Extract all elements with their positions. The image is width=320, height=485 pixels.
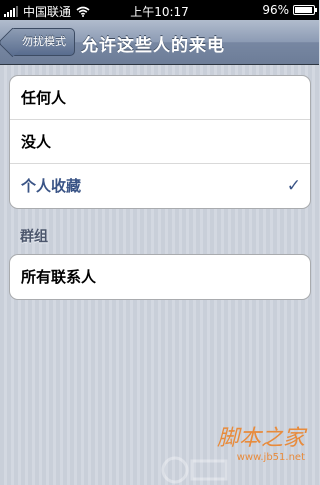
option-anyone[interactable]: 任何人	[10, 76, 310, 120]
option-favorites[interactable]: 个人收藏 ✓	[10, 164, 310, 208]
watermark-url: www.jb51.net	[236, 452, 305, 463]
option-label: 没人	[21, 133, 52, 151]
group-item-label: 所有联系人	[21, 268, 97, 286]
groups-list: 所有联系人	[9, 254, 311, 300]
battery-percent: 96%	[262, 3, 289, 17]
navigation-bar: 勿扰模式 允许这些人的来电	[0, 20, 319, 65]
watermark: 脚本之家 www.jb51.net	[217, 420, 305, 463]
back-button[interactable]: 勿扰模式	[12, 28, 75, 56]
option-label: 个人收藏	[21, 177, 82, 195]
checkmark-icon: ✓	[286, 176, 301, 196]
status-right: 96%	[262, 3, 317, 17]
group-item-all-contacts[interactable]: 所有联系人	[10, 255, 310, 299]
watermark-text: 脚本之家	[216, 426, 305, 451]
groups-section-header: 群组	[20, 229, 48, 245]
allow-calls-group: 任何人 没人 个人收藏 ✓	[9, 75, 311, 209]
battery-icon	[293, 5, 317, 15]
back-button-label: 勿扰模式	[22, 35, 66, 48]
status-bar: 中国联通 上午10:17 96%	[0, 0, 319, 20]
option-label: 任何人	[21, 89, 67, 107]
battery-fill	[295, 7, 313, 13]
page-title: 允许这些人的来电	[81, 36, 225, 56]
option-no-one[interactable]: 没人	[10, 120, 310, 164]
